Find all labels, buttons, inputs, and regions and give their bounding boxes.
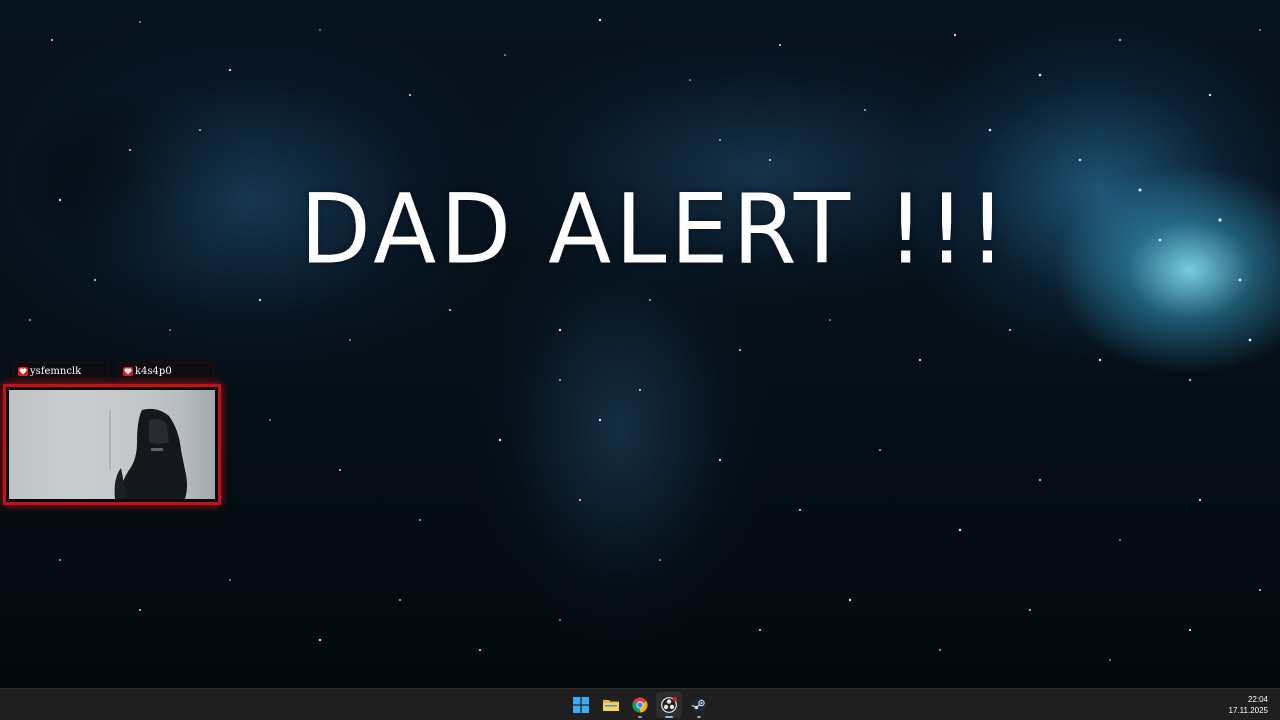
webcam-name-tag: k4s4p0 (118, 362, 214, 380)
heart-icon (123, 367, 133, 376)
taskbar: 22:04 17.11.2025 (0, 688, 1280, 720)
webcam-video (9, 390, 215, 499)
clock-time[interactable]: 22:04 (1248, 695, 1268, 704)
dad-alert-text: DAD ALERT !!! (300, 173, 1010, 286)
clock-date[interactable]: 17.11.2025 (1229, 706, 1268, 715)
folder-icon (603, 700, 619, 711)
steam-icon (691, 697, 707, 713)
obs-button[interactable] (656, 692, 682, 718)
windows-start-icon (573, 697, 589, 713)
running-indicator (665, 716, 673, 718)
webcam-name-label: ysfemnclk (30, 366, 82, 377)
webcam-frame (3, 384, 221, 505)
start-button[interactable] (568, 692, 594, 718)
heart-icon (18, 367, 28, 376)
steam-button[interactable] (686, 692, 712, 718)
webcam-name-label: k4s4p0 (135, 366, 172, 377)
running-indicator (697, 716, 701, 718)
chrome-button[interactable] (627, 692, 653, 718)
obs-icon (661, 697, 677, 713)
webcam-name-tag: ysfemnclk (13, 362, 109, 380)
gaming-chair-silhouette (114, 408, 187, 499)
desktop-wallpaper: DAD ALERT !!! ysfemnclk k4s4p0 (0, 0, 1280, 688)
file-explorer-button[interactable] (598, 692, 624, 718)
running-indicator (638, 716, 642, 718)
chrome-icon (632, 697, 648, 713)
starfield (29, 18, 1261, 661)
